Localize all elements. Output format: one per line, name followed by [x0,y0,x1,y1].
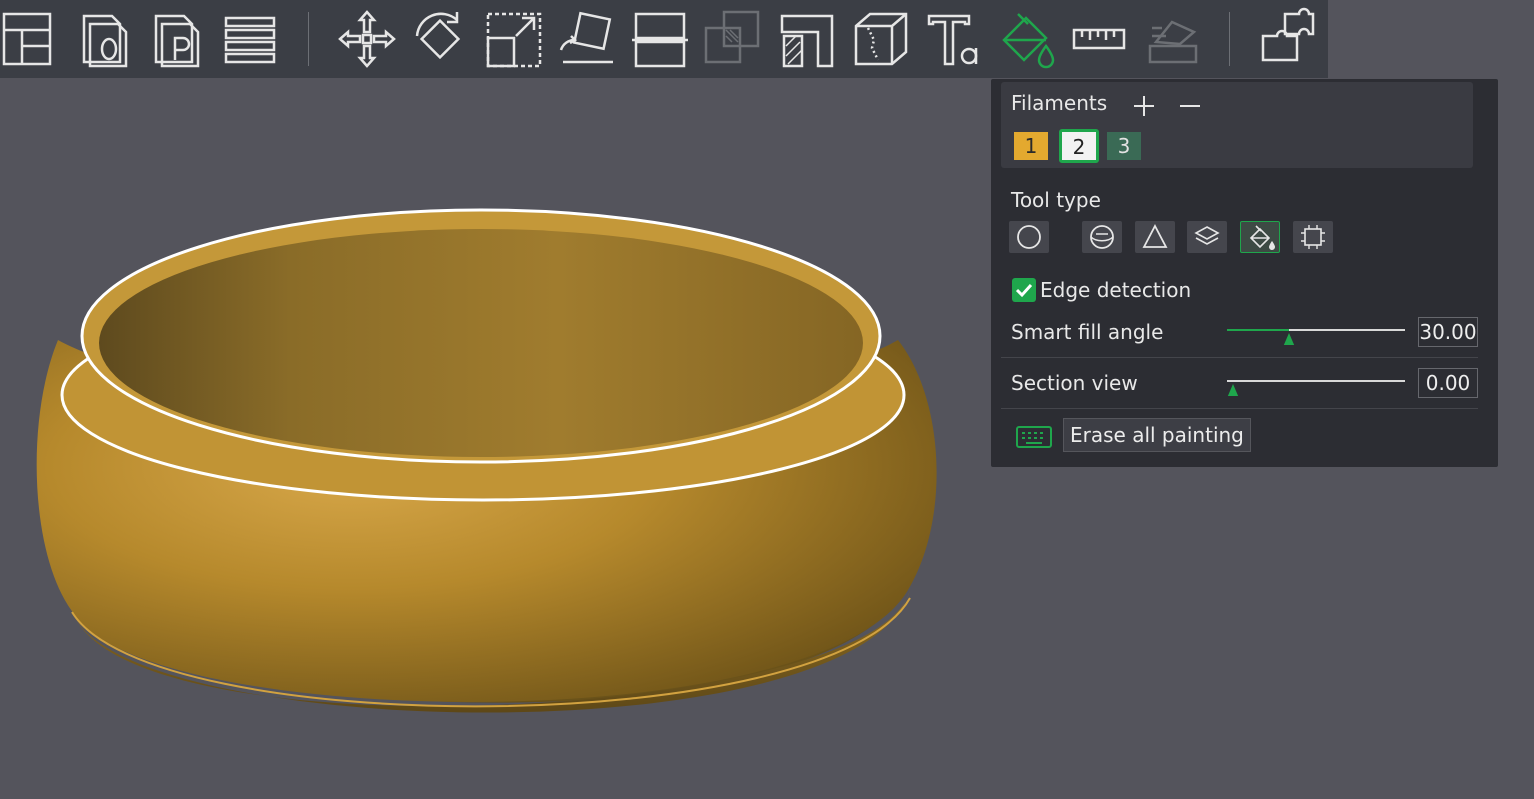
smart-fill-angle-slider[interactable] [1227,321,1407,345]
remove-filament-button[interactable] [1177,93,1203,119]
cut-icon[interactable] [626,6,692,72]
edge-detection-label: Edge detection [1040,278,1192,302]
filaments-label: Filaments [1011,91,1108,115]
filament-chip-3[interactable]: 3 [1107,132,1141,160]
color-painting-panel: Filaments 1 2 3 Tool type Edge detection… [991,79,1498,467]
filament-chip-1[interactable]: 1 [1014,132,1048,160]
smart-fill-angle-input[interactable]: 30.00 [1418,317,1478,347]
text-icon[interactable] [921,6,987,72]
erase-all-painting-button[interactable]: Erase all painting [1063,418,1251,452]
lay-on-face-icon[interactable] [553,6,619,72]
seam-painting-icon[interactable] [848,6,914,72]
assembly-icon[interactable] [1140,6,1206,72]
filament-chip-2[interactable]: 2 [1059,129,1099,163]
rotate-icon[interactable] [407,6,473,72]
move-icon[interactable] [334,6,400,72]
section-view-input[interactable]: 0.00 [1418,368,1478,398]
layers-icon[interactable] [216,6,282,72]
keyboard-shortcuts-icon[interactable] [1015,424,1053,450]
gap-fill-icon[interactable] [1293,221,1333,253]
color-painting-icon[interactable] [994,6,1060,72]
boolean-icon[interactable] [700,6,766,72]
layout-icon[interactable] [0,6,60,72]
section-view-label: Section view [1011,371,1138,395]
support-painting-icon[interactable] [774,6,840,72]
edge-detection-checkbox[interactable] [1012,278,1036,302]
smart-fill-angle-label: Smart fill angle [1011,320,1164,344]
filaments-section: Filaments 1 2 3 [1001,82,1473,168]
plate-icon[interactable] [144,6,210,72]
object-list-icon[interactable] [72,6,138,72]
circle-brush-icon[interactable] [1009,221,1049,253]
measure-icon[interactable] [1066,6,1132,72]
scale-icon[interactable] [480,6,546,72]
assembly-view-icon[interactable] [1255,6,1321,72]
height-range-icon[interactable] [1187,221,1227,253]
tool-type-label: Tool type [1011,188,1101,212]
add-filament-button[interactable] [1131,93,1157,119]
top-toolbar [0,0,1328,78]
sphere-brush-icon[interactable] [1082,221,1122,253]
triangle-brush-icon[interactable] [1135,221,1175,253]
section-view-slider[interactable] [1227,372,1407,396]
fill-bucket-icon[interactable] [1240,221,1280,253]
